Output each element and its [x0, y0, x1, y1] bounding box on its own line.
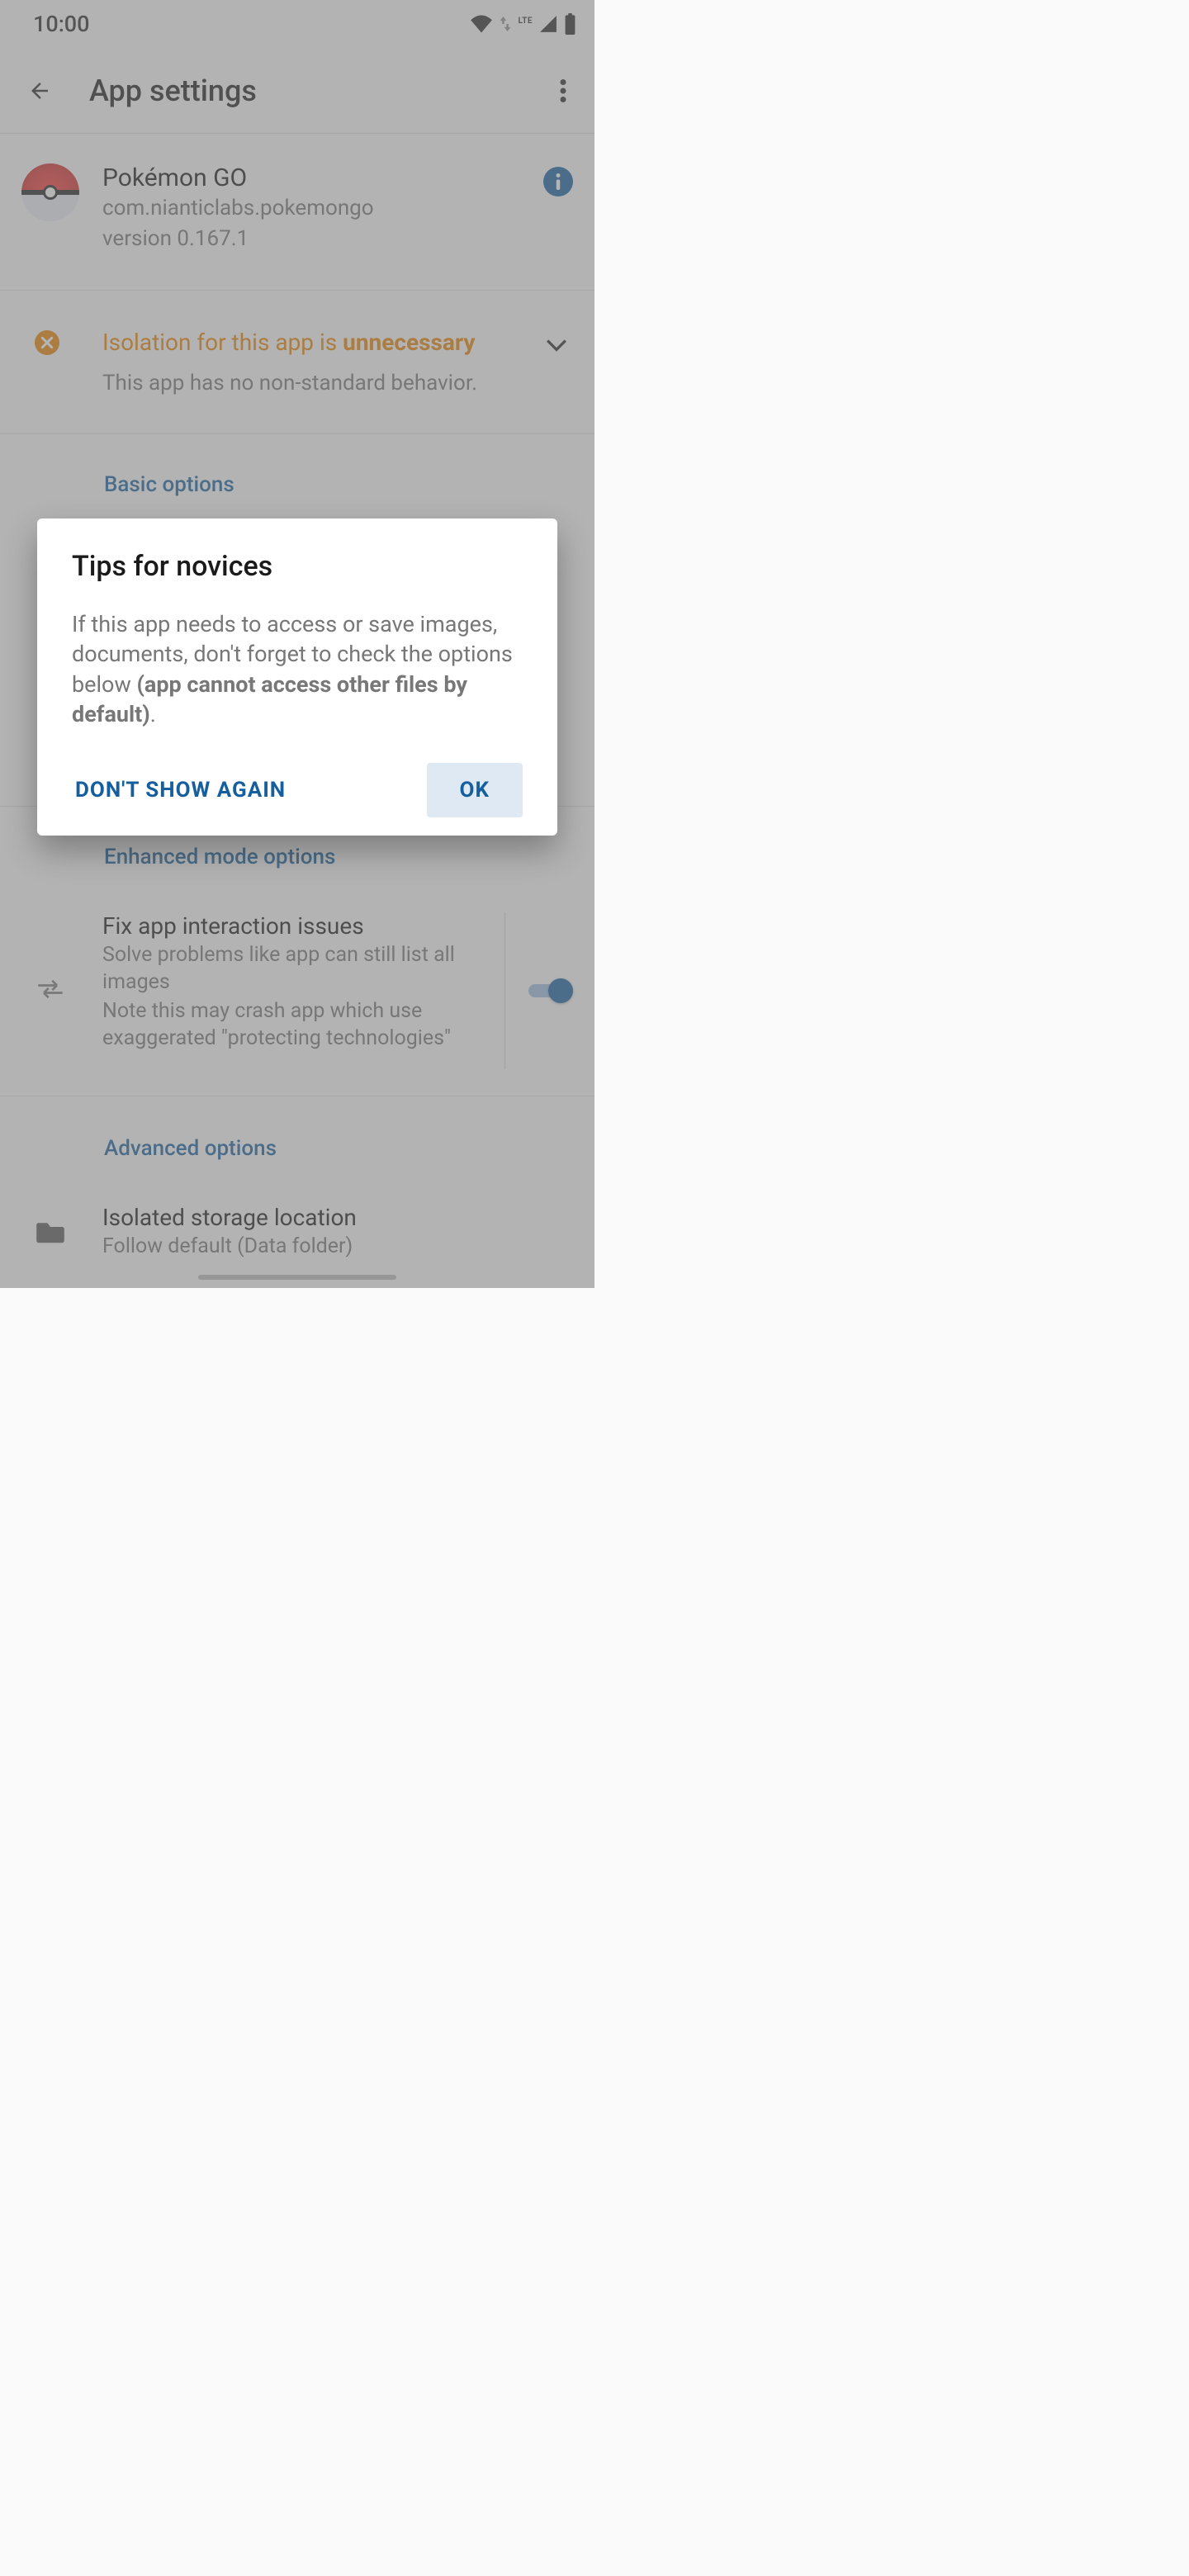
- dont-show-again-button[interactable]: DON'T SHOW AGAIN: [72, 763, 289, 817]
- dialog-body: If this app needs to access or save imag…: [72, 609, 523, 730]
- tips-dialog: Tips for novices If this app needs to ac…: [37, 519, 557, 836]
- dialog-title: Tips for novices: [72, 550, 523, 583]
- screen: 10:00 LTE App settings: [0, 0, 594, 1288]
- ok-button[interactable]: OK: [427, 763, 523, 817]
